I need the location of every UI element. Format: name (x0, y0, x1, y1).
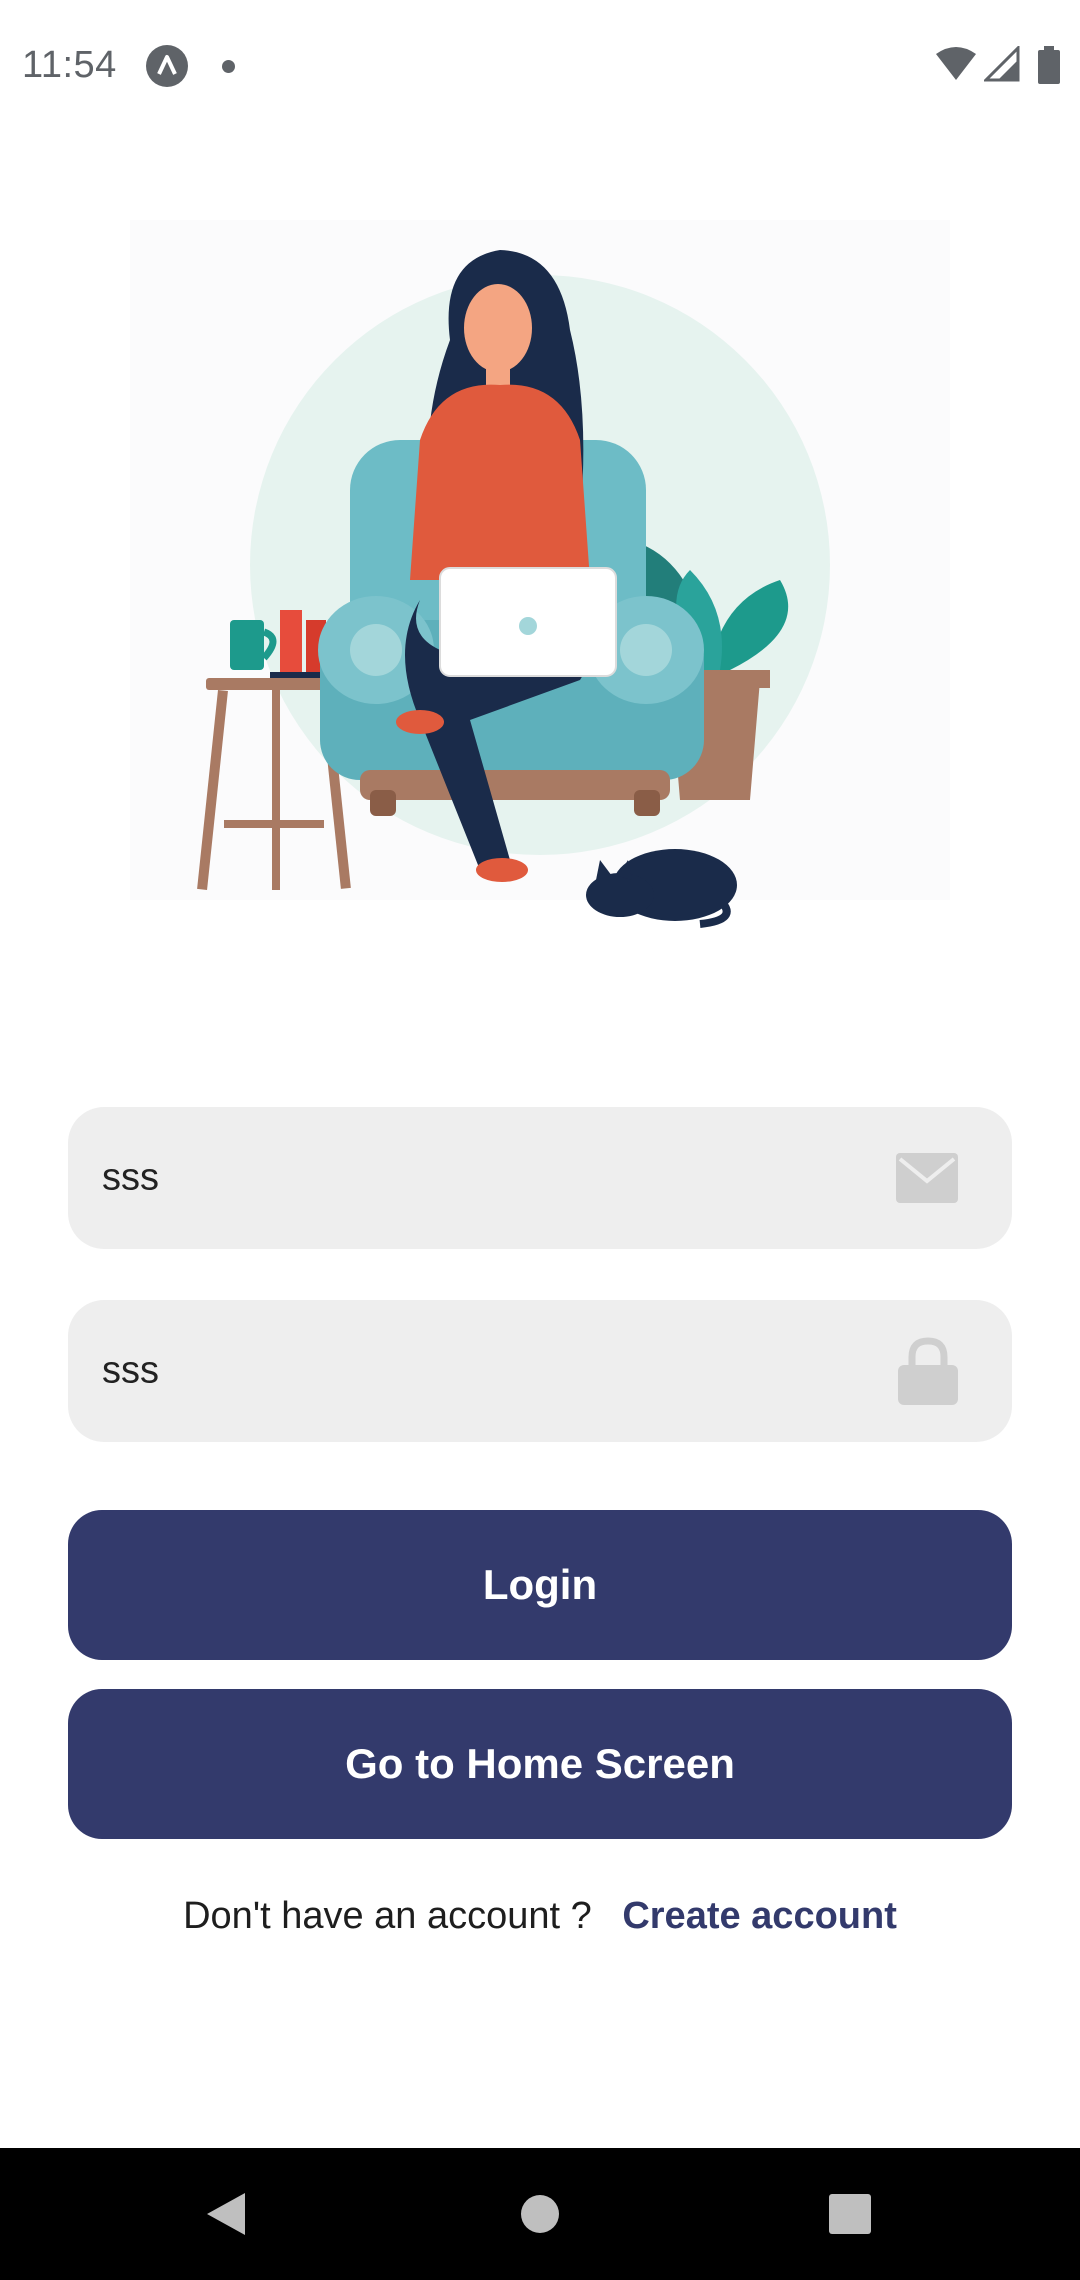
login-button[interactable]: Login (68, 1510, 1012, 1660)
app-notification-icon (146, 45, 188, 87)
email-field[interactable]: sss (68, 1107, 1012, 1249)
recents-icon[interactable] (829, 2194, 871, 2234)
signup-prompt: Don't have an account ? (183, 1895, 592, 1937)
dot-icon (222, 60, 235, 73)
go-home-button[interactable]: Go to Home Screen (68, 1689, 1012, 1839)
email-value: sss (102, 1156, 159, 1199)
password-value: sss (102, 1349, 159, 1392)
create-account-link[interactable]: Create account (622, 1895, 897, 1937)
hero-illustration (130, 220, 950, 928)
signup-row: Don't have an account ? Create account (0, 1895, 1080, 1938)
signal-icon (984, 46, 1020, 82)
password-field[interactable]: sss (68, 1300, 1012, 1442)
login-screen: 11:54 sss sss Login Go to Home Screen Do… (0, 0, 1080, 2280)
status-bar: 11:54 (0, 0, 1080, 136)
battery-icon (1038, 46, 1060, 84)
go-home-button-label: Go to Home Screen (345, 1740, 735, 1787)
mail-icon (896, 1153, 958, 1203)
lock-icon (898, 1337, 958, 1405)
status-time: 11:54 (22, 44, 117, 86)
wifi-icon (936, 47, 976, 80)
login-button-label: Login (482, 1561, 598, 1608)
navigation-bar (0, 2148, 1080, 2280)
back-icon[interactable] (205, 2191, 247, 2237)
home-icon[interactable] (520, 2194, 560, 2234)
